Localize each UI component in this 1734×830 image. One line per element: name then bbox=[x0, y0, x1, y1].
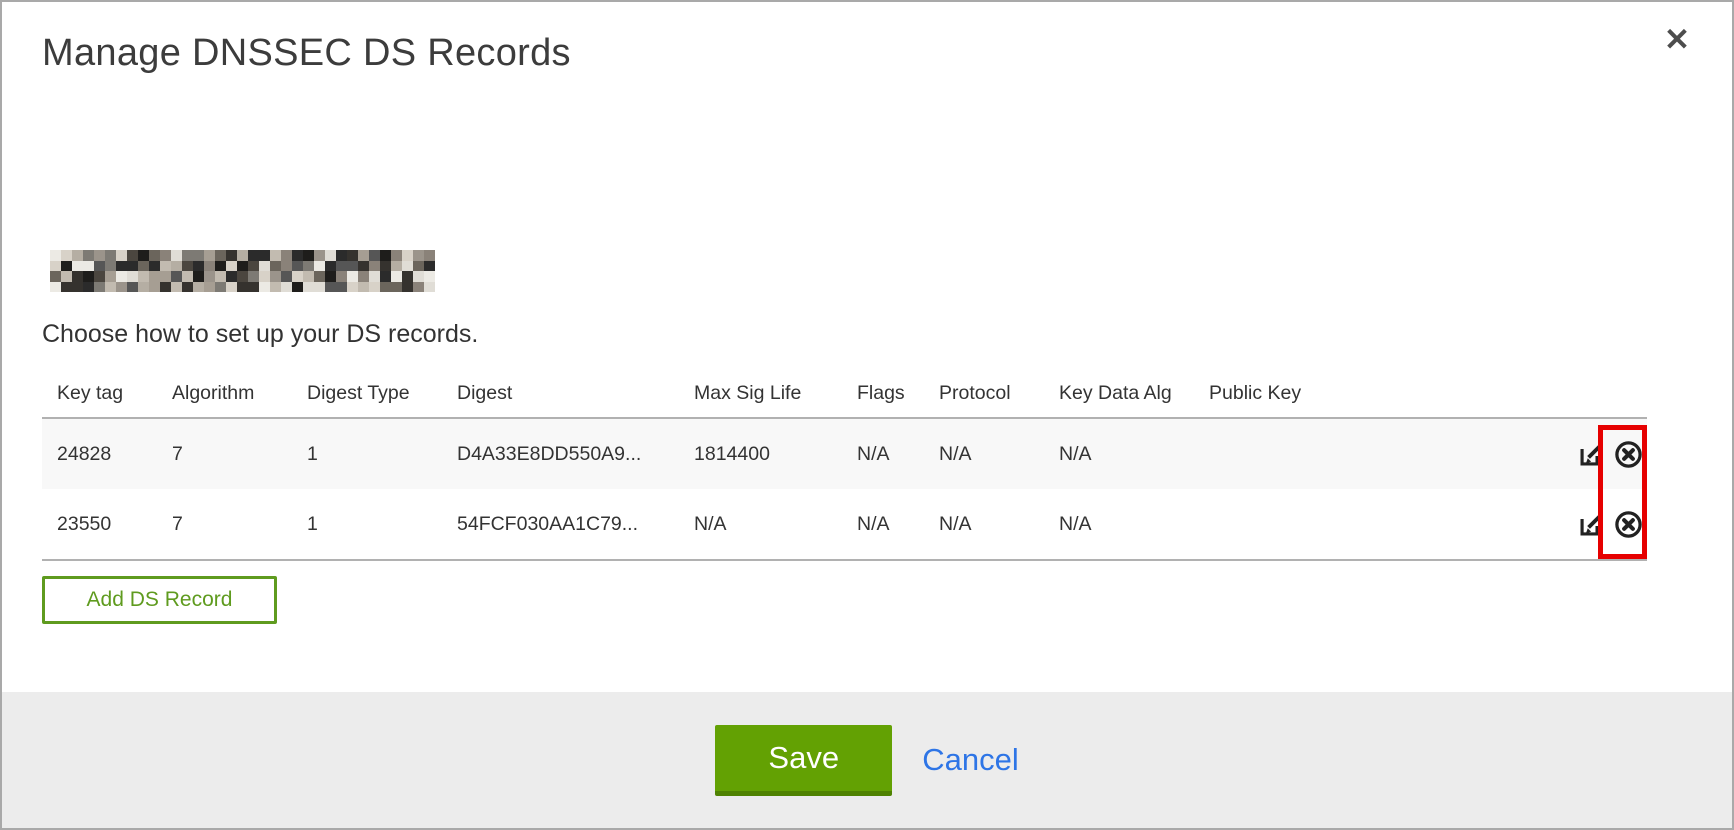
edit-record-icon[interactable] bbox=[1577, 510, 1606, 539]
cell-key-tag: 24828 bbox=[42, 418, 157, 489]
domain-name-redacted bbox=[50, 250, 435, 292]
cell-key-data-alg: N/A bbox=[1044, 489, 1194, 560]
table-row: 23550 7 1 54FCF030AA1C79... N/A N/A N/A … bbox=[42, 489, 1647, 560]
column-header-actions bbox=[1549, 370, 1647, 418]
column-header-key-tag: Key tag bbox=[42, 370, 157, 418]
column-header-public-key: Public Key bbox=[1194, 370, 1549, 418]
close-icon[interactable]: ✕ bbox=[1664, 24, 1690, 55]
column-header-key-data-alg: Key Data Alg bbox=[1044, 370, 1194, 418]
cell-max-sig-life: 1814400 bbox=[679, 418, 842, 489]
dialog-title: Manage DNSSEC DS Records bbox=[42, 32, 571, 75]
column-header-protocol: Protocol bbox=[924, 370, 1044, 418]
setup-instruction-text: Choose how to set up your DS records. bbox=[42, 320, 478, 349]
cell-flags: N/A bbox=[842, 489, 924, 560]
column-header-digest-type: Digest Type bbox=[292, 370, 442, 418]
cell-key-data-alg: N/A bbox=[1044, 418, 1194, 489]
row-actions bbox=[1549, 418, 1647, 489]
cell-protocol: N/A bbox=[924, 418, 1044, 489]
cell-protocol: N/A bbox=[924, 489, 1044, 560]
cell-digest: D4A33E8DD550A9... bbox=[442, 418, 679, 489]
edit-record-icon[interactable] bbox=[1577, 440, 1606, 469]
cell-key-tag: 23550 bbox=[42, 489, 157, 560]
cell-max-sig-life: N/A bbox=[679, 489, 842, 560]
table-header-row: Key tag Algorithm Digest Type Digest Max… bbox=[42, 370, 1647, 418]
add-ds-record-button[interactable]: Add DS Record bbox=[42, 576, 277, 624]
table-row: 24828 7 1 D4A33E8DD550A9... 1814400 N/A … bbox=[42, 418, 1647, 489]
manage-dnssec-dialog: Manage DNSSEC DS Records ✕ Choose how to… bbox=[0, 0, 1734, 830]
cell-public-key bbox=[1194, 489, 1549, 560]
cancel-link[interactable]: Cancel bbox=[922, 742, 1019, 778]
column-header-digest: Digest bbox=[442, 370, 679, 418]
delete-record-icon[interactable] bbox=[1614, 510, 1643, 539]
cell-public-key bbox=[1194, 418, 1549, 489]
delete-record-icon[interactable] bbox=[1614, 440, 1643, 469]
cell-algorithm: 7 bbox=[157, 489, 292, 560]
dialog-footer: Save Cancel bbox=[2, 692, 1732, 828]
cell-digest-type: 1 bbox=[292, 418, 442, 489]
cell-digest: 54FCF030AA1C79... bbox=[442, 489, 679, 560]
column-header-algorithm: Algorithm bbox=[157, 370, 292, 418]
column-header-max-sig-life: Max Sig Life bbox=[679, 370, 842, 418]
cell-digest-type: 1 bbox=[292, 489, 442, 560]
ds-records-table: Key tag Algorithm Digest Type Digest Max… bbox=[42, 370, 1647, 561]
column-header-flags: Flags bbox=[842, 370, 924, 418]
cell-flags: N/A bbox=[842, 418, 924, 489]
save-button[interactable]: Save bbox=[715, 725, 892, 796]
row-actions bbox=[1549, 489, 1647, 560]
cell-algorithm: 7 bbox=[157, 418, 292, 489]
